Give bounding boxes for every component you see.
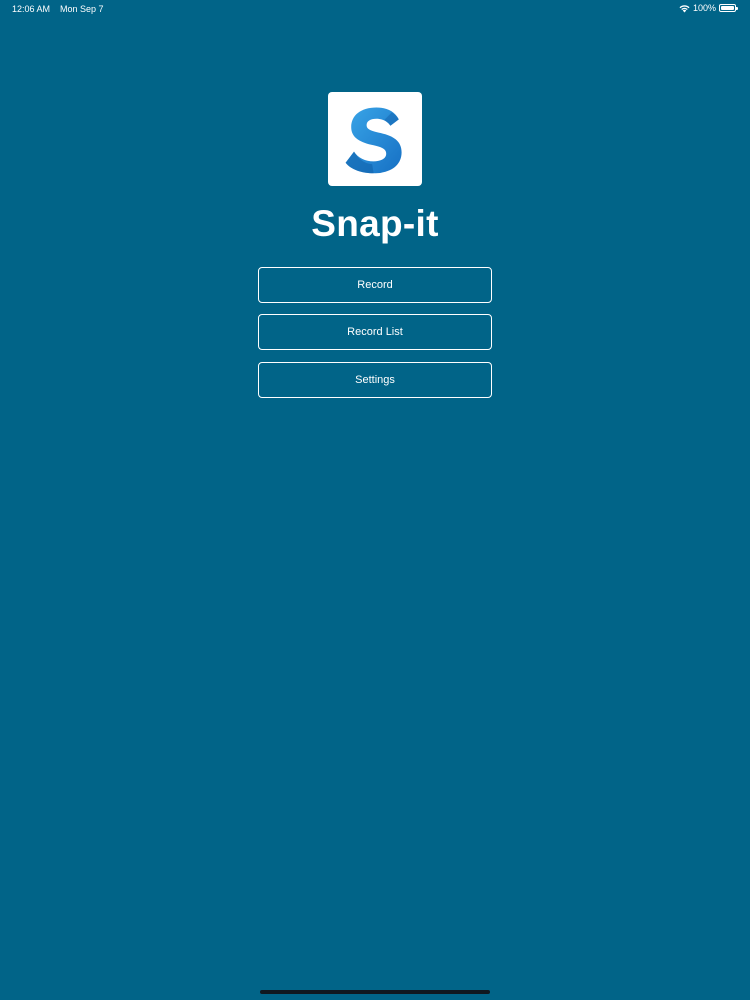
- status-bar: 12:06 AM Mon Sep 7 100%: [0, 0, 750, 18]
- app-logo: [328, 92, 422, 186]
- status-indicators: 100%: [679, 3, 738, 13]
- battery-icon: [719, 4, 738, 12]
- settings-button[interactable]: Settings: [258, 362, 492, 398]
- status-date: Mon Sep 7: [60, 4, 104, 14]
- record-button[interactable]: Record: [258, 267, 492, 303]
- status-time: 12:06 AM: [12, 4, 51, 14]
- wifi-icon: [679, 4, 690, 12]
- home-indicator[interactable]: [260, 990, 490, 994]
- s-logo-icon: [345, 107, 402, 174]
- record-list-button[interactable]: Record List: [258, 314, 492, 350]
- app-title: Snap-it: [311, 203, 439, 244]
- battery-percentage: 100%: [692, 3, 716, 13]
